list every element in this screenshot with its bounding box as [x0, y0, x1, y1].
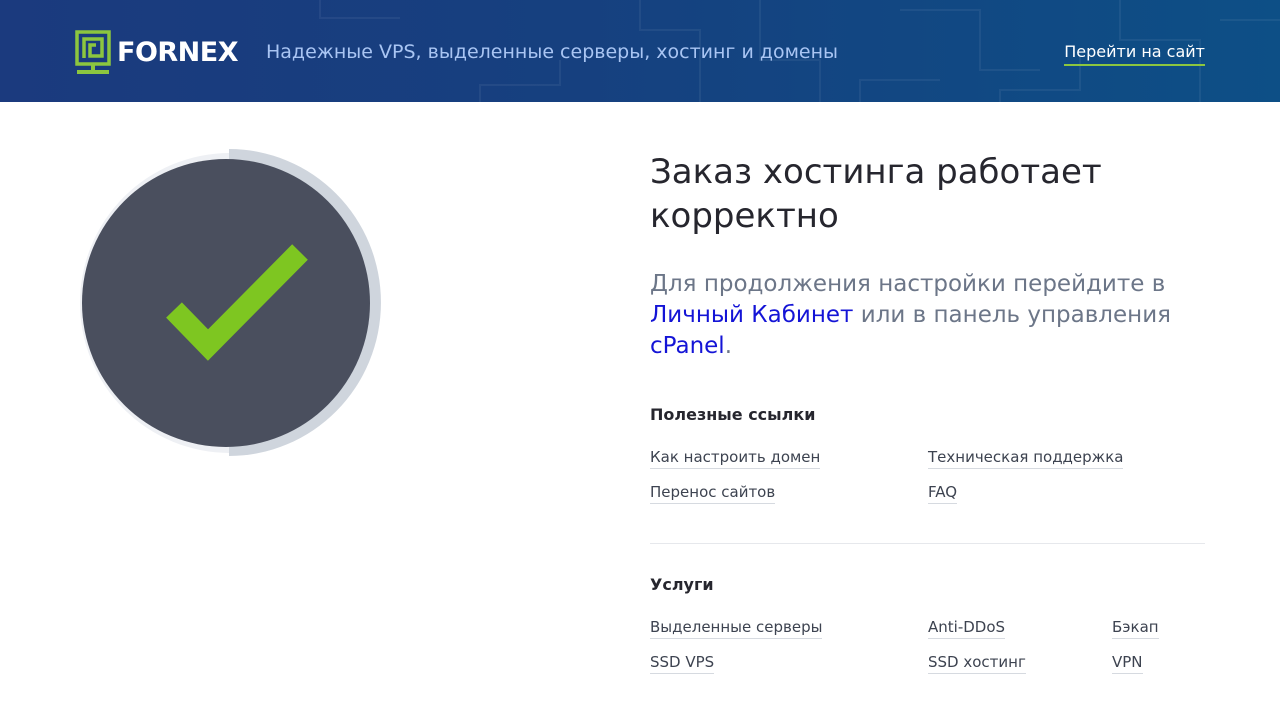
link-site-transfer[interactable]: Перенос сайтов	[650, 482, 776, 504]
link-anti-ddos[interactable]: Anti-DDoS	[928, 617, 1006, 639]
link-backup[interactable]: Бэкап	[1112, 617, 1159, 639]
link-tech-support[interactable]: Техническая поддержка	[928, 447, 1124, 469]
instructions-text: Для продолжения настройки перейдите в Ли…	[650, 269, 1205, 362]
page-title: Заказ хостинга работает корректно	[650, 152, 1102, 236]
link-ssd-vps[interactable]: SSD VPS	[650, 652, 715, 674]
personal-cabinet-link[interactable]: Личный Кабинет	[650, 302, 853, 328]
go-to-site-link[interactable]: Перейти на сайт	[1064, 41, 1205, 66]
link-vpn[interactable]: VPN	[1112, 652, 1143, 674]
services-list: Выделенные серверы Anti-DDoS Бэкап SSD V…	[650, 617, 1205, 674]
instructions-part-1: Для продолжения настройки перейдите в	[650, 271, 1166, 297]
cpanel-link[interactable]: cPanel	[650, 333, 725, 359]
logo-text: FORNEX	[117, 37, 239, 68]
services-title: Услуги	[650, 575, 714, 594]
useful-links-section: Полезные ссылки Как настроить домен Техн…	[650, 405, 1205, 504]
link-dedicated-servers[interactable]: Выделенные серверы	[650, 617, 823, 639]
status-circle-bg	[82, 159, 370, 447]
instructions-part-3: .	[724, 333, 733, 359]
link-ssd-hosting[interactable]: SSD хостинг	[928, 652, 1026, 674]
fornex-logo[interactable]: FORNEX	[75, 30, 239, 76]
site-header: FORNEX Надежные VPS, выделенные серверы,…	[0, 0, 1280, 102]
instructions-part-2: или в панель управления	[853, 302, 1171, 328]
useful-links-title: Полезные ссылки	[650, 405, 816, 424]
link-setup-domain[interactable]: Как настроить домен	[650, 447, 821, 469]
link-faq[interactable]: FAQ	[928, 482, 958, 504]
success-status-graphic	[80, 149, 381, 456]
services-section: Услуги Выделенные серверы Anti-DDoS Бэка…	[650, 543, 1205, 674]
main-content: Заказ хостинга работает корректно Для пр…	[650, 150, 1205, 674]
header-tagline: Надежные VPS, выделенные серверы, хостин…	[266, 41, 839, 63]
useful-links-list: Как настроить домен Техническая поддержк…	[650, 447, 1205, 504]
logo-icon	[75, 30, 111, 74]
